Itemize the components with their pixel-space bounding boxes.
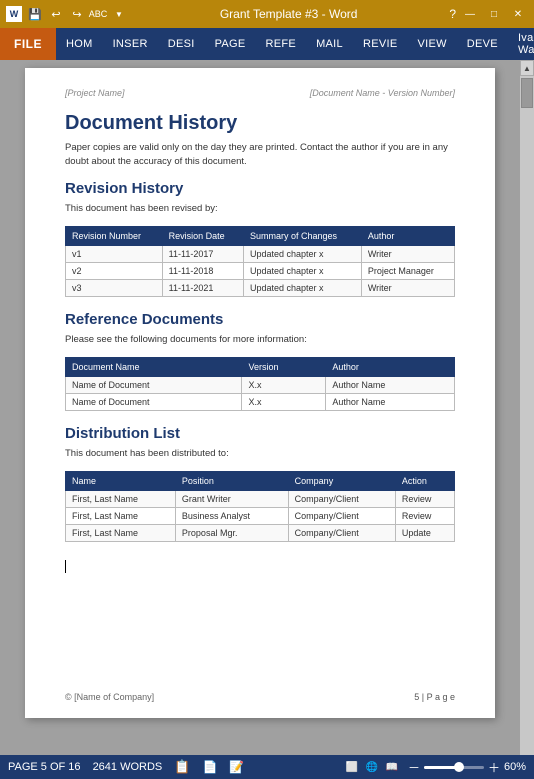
undo-icon[interactable]: ↩ — [47, 5, 65, 23]
scroll-up-arrow[interactable]: ▲ — [520, 60, 534, 76]
zoom-plus-icon[interactable]: ＋ — [488, 759, 500, 776]
slider-thumb[interactable] — [454, 762, 464, 772]
reference-intro: Please see the following documents for m… — [65, 333, 455, 347]
print-layout-icon[interactable]: ⬜ — [344, 760, 360, 774]
table-row: v311-11-2021Updated chapter xWriter — [66, 279, 455, 296]
main-area: [Project Name] [Document Name - Version … — [0, 60, 534, 755]
table-row: Name of DocumentX.xAuthor Name — [66, 377, 455, 394]
page-number: 5 | P a g e — [414, 692, 455, 702]
col-doc-name: Document Name — [66, 358, 242, 377]
slider-track[interactable] — [424, 766, 484, 769]
col-ref-author: Author — [326, 358, 455, 377]
user-name[interactable]: Ivan Walsh ▾ K — [508, 28, 534, 60]
page-header: [Project Name] [Document Name - Version … — [65, 88, 455, 98]
document-canvas[interactable]: [Project Name] [Document Name - Version … — [0, 60, 520, 755]
close-button[interactable]: ✕ — [508, 6, 528, 22]
track-changes-icon[interactable]: 📝 — [229, 760, 244, 774]
maximize-button[interactable]: □ — [484, 6, 504, 22]
status-left: PAGE 5 OF 16 2641 WORDS 📋 📄 📝 — [8, 759, 244, 775]
zoom-slider[interactable]: － ＋ 60% — [408, 759, 526, 776]
quick-access-toolbar: 💾 ↩ ↪ ABC ▼ — [26, 5, 128, 23]
file-tab[interactable]: FILE — [0, 28, 56, 60]
redo-icon[interactable]: ↪ — [68, 5, 86, 23]
intro-paragraph: Paper copies are valid only on the day t… — [65, 141, 455, 170]
tab-home[interactable]: HOM — [56, 28, 103, 60]
window-title: Grant Template #3 - Word — [128, 7, 449, 21]
tab-page[interactable]: PAGE — [205, 28, 256, 60]
scroll-thumb[interactable] — [521, 78, 533, 108]
word-count: 2641 WORDS — [93, 761, 163, 773]
vertical-scrollbar[interactable]: ▲ — [520, 60, 534, 755]
distribution-table: Name Position Company Action First, Last… — [65, 471, 455, 542]
col-action: Action — [395, 472, 454, 491]
help-icon[interactable]: ? — [449, 7, 456, 21]
table-row: Name of DocumentX.xAuthor Name — [66, 394, 455, 411]
doc-version-placeholder: [Document Name - Version Number] — [310, 88, 455, 98]
zoom-level: 60% — [504, 761, 526, 773]
tab-review[interactable]: REVIE — [353, 28, 408, 60]
revision-section-title: Revision History — [65, 180, 455, 197]
col-version: Version — [242, 358, 326, 377]
col-company: Company — [288, 472, 395, 491]
title-bar: W 💾 ↩ ↪ ABC ▼ Grant Template #3 - Word ?… — [0, 0, 534, 28]
page-indicator: PAGE 5 OF 16 — [8, 761, 81, 773]
distribution-section-title: Distribution List — [65, 425, 455, 442]
tab-view[interactable]: VIEW — [407, 28, 456, 60]
title-bar-left: W 💾 ↩ ↪ ABC ▼ — [6, 5, 128, 23]
read-mode-icon[interactable]: 📖 — [384, 760, 400, 774]
minimize-button[interactable]: — — [460, 6, 480, 22]
table-row: First, Last NameProposal Mgr.Company/Cli… — [66, 525, 455, 542]
tab-design[interactable]: DESI — [158, 28, 205, 60]
page-copyright: © [Name of Company] — [65, 692, 154, 702]
zoom-minus-icon[interactable]: － — [408, 759, 420, 776]
view-icons: ⬜ 🌐 📖 — [344, 760, 400, 774]
table-row: First, Last NameBusiness AnalystCompany/… — [66, 508, 455, 525]
col-revision-date: Revision Date — [162, 226, 243, 245]
proofing-icon[interactable]: 📋 — [174, 759, 190, 775]
revision-table: Revision Number Revision Date Summary of… — [65, 226, 455, 297]
col-dist-name: Name — [66, 472, 176, 491]
status-bar: PAGE 5 OF 16 2641 WORDS 📋 📄 📝 ⬜ 🌐 📖 － ＋ … — [0, 755, 534, 779]
project-name-placeholder: [Project Name] — [65, 88, 125, 98]
reference-section-title: Reference Documents — [65, 311, 455, 328]
page-footer: © [Name of Company] 5 | P a g e — [65, 692, 455, 702]
col-position: Position — [175, 472, 288, 491]
dropdown-arrow-icon[interactable]: ▼ — [110, 5, 128, 23]
status-right: ⬜ 🌐 📖 － ＋ 60% — [344, 759, 526, 776]
tab-insert[interactable]: INSER — [103, 28, 158, 60]
document-icon[interactable]: 📄 — [202, 760, 217, 774]
tab-developer[interactable]: DEVE — [457, 28, 508, 60]
text-cursor — [65, 556, 455, 576]
document-page: [Project Name] [Document Name - Version … — [25, 68, 495, 718]
distribution-intro: This document has been distributed to: — [65, 447, 455, 461]
table-row: v111-11-2017Updated chapter xWriter — [66, 245, 455, 262]
tab-mail[interactable]: MAIL — [306, 28, 353, 60]
ribbon-tabs: FILE HOM INSER DESI PAGE REFE MAIL REVIE… — [0, 28, 534, 60]
web-layout-icon[interactable]: 🌐 — [364, 760, 380, 774]
reference-table: Document Name Version Author Name of Doc… — [65, 357, 455, 411]
title-bar-right: ? — □ ✕ — [449, 6, 528, 22]
word-app-icon: W — [6, 6, 22, 22]
tab-references[interactable]: REFE — [256, 28, 307, 60]
col-author: Author — [361, 226, 454, 245]
table-row: First, Last NameGrant WriterCompany/Clie… — [66, 491, 455, 508]
abc-check-icon[interactable]: ABC — [89, 5, 107, 23]
save-icon[interactable]: 💾 — [26, 5, 44, 23]
col-summary: Summary of Changes — [243, 226, 361, 245]
col-revision-number: Revision Number — [66, 226, 163, 245]
revision-intro: This document has been revised by: — [65, 202, 455, 216]
main-document-title: Document History — [65, 112, 455, 135]
table-row: v211-11-2018Updated chapter xProject Man… — [66, 262, 455, 279]
